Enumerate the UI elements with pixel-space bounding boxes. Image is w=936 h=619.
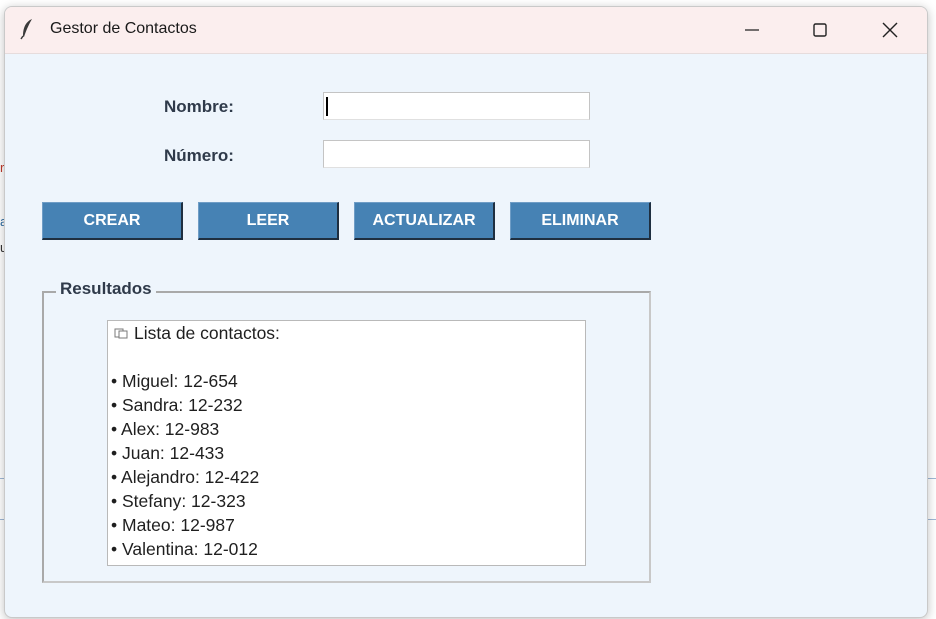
close-icon: [882, 22, 898, 38]
leer-button[interactable]: LEER: [198, 202, 339, 240]
crear-button[interactable]: CREAR: [42, 202, 183, 240]
contact-line: • Alex: 12-983: [111, 419, 220, 439]
contact-line: • Sandra: 12-232: [111, 395, 243, 415]
maximize-button[interactable]: [790, 7, 850, 53]
title-bar[interactable]: Gestor de Contactos: [5, 7, 927, 54]
results-header: Lista de contactos:: [108, 321, 585, 345]
feather-icon: [20, 19, 32, 40]
contact-line: • Alejandro: 12-422: [111, 467, 260, 487]
maximize-icon: [813, 23, 827, 37]
numero-label: Número:: [164, 146, 234, 165]
close-button[interactable]: [860, 7, 920, 53]
contact-line: • Miguel: 12-654: [111, 371, 238, 391]
contact-line: • Mateo: 12-987: [111, 515, 235, 535]
nombre-input[interactable]: [323, 92, 590, 120]
actualizar-button[interactable]: ACTUALIZAR: [354, 202, 495, 240]
address-book-icon: [114, 328, 128, 339]
contact-line: • Valentina: 12-012: [111, 539, 258, 559]
app-window: Gestor de Contactos Nombre: Número: CREA…: [4, 6, 928, 618]
minimize-button[interactable]: [722, 7, 782, 53]
contact-line: • Stefany: 12-323: [111, 491, 246, 511]
text-caret: [326, 97, 328, 116]
contact-line: • Juan: 12-433: [111, 443, 225, 463]
minimize-icon: [745, 29, 759, 31]
eliminar-button[interactable]: ELIMINAR: [510, 202, 651, 240]
results-text-area[interactable]: Lista de contactos: • Miguel: 12-654 • S…: [107, 320, 586, 566]
results-header-text: Lista de contactos:: [134, 323, 280, 343]
numero-input[interactable]: [323, 140, 590, 168]
results-group-title: Resultados: [56, 279, 156, 299]
window-title: Gestor de Contactos: [50, 20, 197, 37]
nombre-label: Nombre:: [164, 97, 234, 116]
